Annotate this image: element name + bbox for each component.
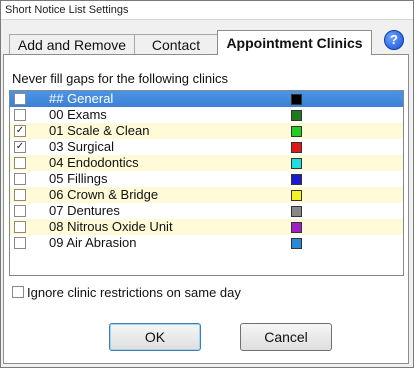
ignore-restrictions-label: Ignore clinic restrictions on same day bbox=[27, 285, 241, 300]
clinic-label: 05 Fillings bbox=[49, 171, 108, 186]
clinic-label: 08 Nitrous Oxide Unit bbox=[49, 219, 173, 234]
clinic-row-fillings[interactable]: 05 Fillings bbox=[10, 171, 403, 187]
clinic-color-swatch bbox=[291, 174, 302, 185]
tab-contact[interactable]: Contact bbox=[134, 34, 218, 54]
ok-button[interactable]: OK bbox=[109, 323, 201, 351]
title-bar: Short Notice List Settings bbox=[1, 1, 413, 20]
clinic-label: ## General bbox=[49, 91, 114, 106]
clinic-checkbox-general[interactable] bbox=[14, 93, 26, 105]
clinic-row-nitrous-oxide-unit[interactable]: 08 Nitrous Oxide Unit bbox=[10, 219, 403, 235]
cancel-button[interactable]: Cancel bbox=[240, 323, 332, 351]
clinic-label: 00 Exams bbox=[49, 107, 107, 122]
clinic-color-swatch bbox=[291, 222, 302, 233]
clinic-label: 07 Dentures bbox=[49, 203, 120, 218]
window-title: Short Notice List Settings bbox=[5, 4, 129, 16]
clinic-label: 03 Surgical bbox=[49, 139, 115, 154]
clinic-checkbox-nitrous-oxide-unit[interactable] bbox=[14, 221, 26, 233]
clinic-color-swatch bbox=[291, 126, 302, 137]
tab-strip: Add and Remove Contact Appointment Clini… bbox=[4, 30, 374, 55]
clinic-color-swatch bbox=[291, 238, 302, 249]
clinic-row-endodontics[interactable]: 04 Endodontics bbox=[10, 155, 403, 171]
ignore-restrictions-option[interactable]: Ignore clinic restrictions on same day bbox=[12, 285, 241, 300]
clinic-label: 01 Scale & Clean bbox=[49, 123, 150, 138]
tab-add-and-remove[interactable]: Add and Remove bbox=[9, 34, 135, 54]
clinic-checkbox-fillings[interactable] bbox=[14, 173, 26, 185]
clinic-checkbox-exams[interactable] bbox=[14, 109, 26, 121]
tab-appointment-clinics[interactable]: Appointment Clinics bbox=[217, 30, 372, 55]
appointment-clinics-panel: Never fill gaps for the following clinic… bbox=[3, 54, 409, 364]
settings-window: Short Notice List Settings Add and Remov… bbox=[0, 0, 414, 368]
clinic-checkbox-crown-bridge[interactable] bbox=[14, 189, 26, 201]
clinic-label: 04 Endodontics bbox=[49, 155, 139, 170]
clinic-color-swatch bbox=[291, 190, 302, 201]
clinic-row-air-abrasion[interactable]: 09 Air Abrasion bbox=[10, 235, 403, 251]
clinic-list[interactable]: ## General 00 Exams ✓ 01 Scale & Clean ✓… bbox=[9, 90, 404, 276]
clinic-row-dentures[interactable]: 07 Dentures bbox=[10, 203, 403, 219]
ignore-restrictions-checkbox[interactable] bbox=[12, 286, 24, 298]
clinic-row-exams[interactable]: 00 Exams bbox=[10, 107, 403, 123]
clinic-row-crown-bridge[interactable]: 06 Crown & Bridge bbox=[10, 187, 403, 203]
clinic-color-swatch bbox=[291, 206, 302, 217]
clinic-color-swatch bbox=[291, 110, 302, 121]
clinic-checkbox-endodontics[interactable] bbox=[14, 157, 26, 169]
clinic-row-surgical[interactable]: ✓ 03 Surgical bbox=[10, 139, 403, 155]
clinics-heading: Never fill gaps for the following clinic… bbox=[12, 71, 229, 86]
clinic-label: 06 Crown & Bridge bbox=[49, 187, 159, 202]
clinic-color-swatch bbox=[291, 142, 302, 153]
clinic-color-swatch bbox=[291, 158, 302, 169]
help-icon[interactable]: ? bbox=[384, 30, 404, 50]
clinic-checkbox-surgical[interactable]: ✓ bbox=[14, 141, 26, 153]
clinic-row-general[interactable]: ## General bbox=[10, 91, 403, 107]
clinic-label: 09 Air Abrasion bbox=[49, 235, 137, 250]
clinic-checkbox-scale-clean[interactable]: ✓ bbox=[14, 125, 26, 137]
clinic-row-scale-clean[interactable]: ✓ 01 Scale & Clean bbox=[10, 123, 403, 139]
clinic-color-swatch bbox=[291, 94, 302, 105]
clinic-checkbox-air-abrasion[interactable] bbox=[14, 237, 26, 249]
clinic-checkbox-dentures[interactable] bbox=[14, 205, 26, 217]
